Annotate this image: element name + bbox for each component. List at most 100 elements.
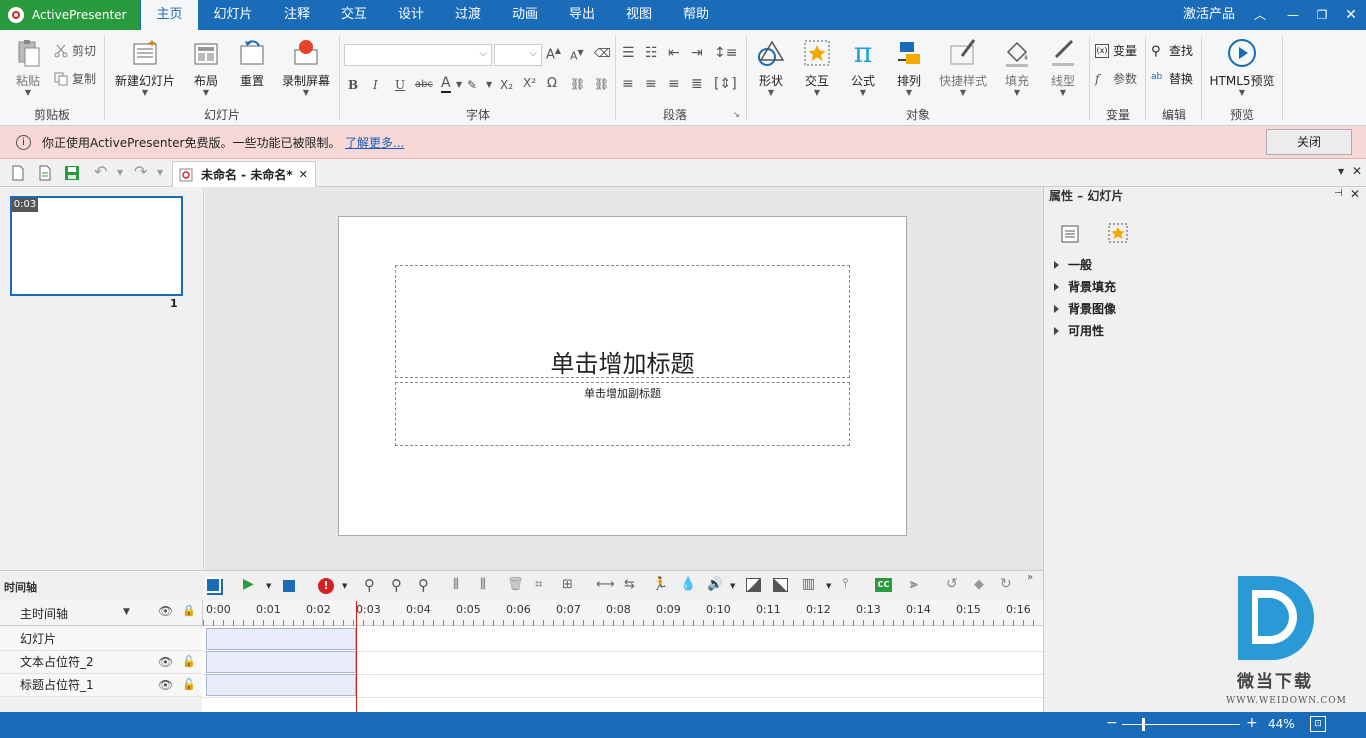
italic-button[interactable]: I [373,78,378,92]
bold-button[interactable]: B [348,78,358,92]
record-marker-icon[interactable]: ! [318,578,334,594]
new-file-icon[interactable] [10,165,26,181]
track-lock-icon[interactable]: 🔓 [182,678,196,691]
paste-button[interactable]: 粘贴 ▼ [10,38,46,97]
subscript-button[interactable]: X₂ [500,78,513,92]
cut-button[interactable]: 剪切 [54,42,96,59]
section-general[interactable]: 一般 [1054,256,1092,273]
zoom-in-button[interactable]: + [1246,715,1258,731]
rotate-right-icon[interactable]: ↻ [1000,576,1012,592]
zoom-fit-icon[interactable]: ⚲ [364,576,375,594]
equation-button[interactable]: π 公式 ▼ [844,38,882,97]
arrange-button[interactable]: 排列 ▼ [890,38,928,97]
section-background-fill[interactable]: 背景填充 [1054,278,1116,295]
restore-icon[interactable]: ❐ [1308,0,1336,30]
normalize-icon[interactable]: ⫯ [842,576,848,592]
align-right-icon[interactable]: ≡ [668,76,680,92]
properties-list-icon[interactable] [1060,224,1080,244]
clear-format-icon[interactable]: ⌫ [594,46,611,60]
extend-frame-icon[interactable]: ⟷ [596,577,615,592]
stop-icon[interactable] [283,580,295,592]
undo-icon[interactable]: ↶ [94,162,107,181]
freeze-frame-icon[interactable]: ⇆ [624,577,635,592]
tab-annotations[interactable]: 注释 [270,0,324,30]
interaction-button[interactable]: 交互 ▼ [798,38,836,97]
zoom-slider-track[interactable] [1122,724,1240,725]
reset-button[interactable]: 重置 [232,38,272,89]
blur-icon[interactable]: 💧 [680,577,696,592]
slide-duration-bar[interactable] [206,628,356,650]
font-family-select[interactable]: ⌵ [344,44,492,66]
track-lock-icon[interactable]: 🔓 [182,655,196,668]
play-caret-icon[interactable]: ▼ [266,582,271,590]
close-tab-icon[interactable]: ✕ [299,168,308,181]
close-all-tabs-icon[interactable]: ✕ [1352,164,1362,178]
remove-link-icon[interactable]: ⛓ [594,77,609,91]
rotate-left-icon[interactable]: ↺ [946,576,958,592]
layout-button[interactable]: 布局 ▼ [186,38,226,97]
align-objects-icon[interactable]: ⫸ [910,576,918,592]
zoom-in-icon[interactable]: ⚲ [418,576,429,594]
closed-caption-icon[interactable]: CC [875,578,892,592]
interaction-star-icon[interactable] [1107,222,1129,244]
variable-button[interactable]: (x) 变量 [1095,42,1137,59]
volume-caret-icon[interactable]: ▼ [730,582,735,590]
section-background-image[interactable]: 背景图像 [1054,300,1116,317]
symbol-button[interactable]: Ω [547,76,557,91]
fill-button[interactable]: 填充 ▼ [998,38,1036,97]
tab-slides[interactable]: 幻灯片 [200,0,266,30]
tab-design[interactable]: 设计 [384,0,438,30]
vertical-align-icon[interactable]: [⇕] [714,76,737,92]
volume-icon[interactable]: 🔊 [707,577,723,592]
increase-indent-icon[interactable]: ⇥ [691,45,703,61]
save-icon[interactable] [64,165,80,181]
delete-range-icon[interactable]: 🗑 [507,577,524,592]
speed-icon[interactable]: 🏃 [652,577,668,592]
html5-preview-button[interactable]: HTML5预览 ▼ [1206,38,1278,97]
redo-icon[interactable]: ↷ [134,162,147,181]
document-tab[interactable]: 未命名 - 未命名* ✕ [172,161,316,187]
visibility-eye-icon[interactable]: 👁 [158,604,173,618]
tab-home[interactable]: 主页 [141,0,198,30]
grow-font-icon[interactable]: A▲ [546,46,561,62]
activate-product-link[interactable]: 激活产品 [1176,0,1242,30]
join-icon[interactable]: ⫼ [480,577,486,592]
redo-caret-icon[interactable]: ▼ [157,168,163,177]
replace-button[interactable]: ab 替换 [1151,70,1193,87]
fade-out-icon[interactable] [773,578,788,592]
align-left-icon[interactable]: ≡ [622,76,634,92]
numbered-list-icon[interactable]: ☰ [622,45,635,61]
crop-icon[interactable]: ⌗ [535,577,542,592]
tab-animations[interactable]: 动画 [498,0,552,30]
tab-transitions[interactable]: 过渡 [441,0,495,30]
line-style-button[interactable]: 线型 ▼ [1044,38,1082,97]
notice-close-button[interactable]: 关闭 [1266,129,1352,155]
lock-icon[interactable]: 🔒 [182,604,196,617]
fit-to-window-icon[interactable]: ⊡ [1310,716,1326,732]
quick-style-button[interactable]: 快捷样式 ▼ [934,38,992,97]
track-eye-icon[interactable]: 👁 [158,678,173,692]
tab-list-caret-icon[interactable]: ▼ [1338,167,1344,176]
highlight-icon[interactable]: ✎ [467,78,477,92]
pin-icon[interactable]: ⊣ [1334,188,1343,199]
tab-export[interactable]: 导出 [555,0,609,30]
record-screen-button[interactable]: 录制屏幕 ▼ [278,38,334,97]
highlight-caret-icon[interactable]: ▼ [486,80,492,89]
superscript-button[interactable]: X² [523,76,536,90]
justify-icon[interactable]: ≣ [691,76,703,92]
underline-button[interactable]: U [395,78,405,92]
collapse-ribbon-icon[interactable]: ︿ [1248,0,1272,30]
fade-in-icon[interactable] [746,578,761,592]
undo-caret-icon[interactable]: ▼ [117,168,123,177]
learn-more-link[interactable]: 了解更多... [345,134,404,151]
text-placeholder-bar[interactable] [206,651,356,673]
insert-time-icon[interactable]: ⊞ [562,577,573,592]
section-accessibility[interactable]: 可用性 [1054,322,1104,339]
minimize-icon[interactable]: — [1278,0,1308,30]
line-spacing-icon[interactable]: ↕≡ [714,45,737,61]
more-tools-icon[interactable]: » [1027,572,1033,583]
find-button[interactable]: ⚲ 查找 [1151,42,1193,59]
zoom-out-button[interactable]: − [1106,715,1118,731]
close-panel-icon[interactable]: ✕ [1350,187,1360,201]
font-size-select[interactable]: ⌵ [494,44,542,66]
